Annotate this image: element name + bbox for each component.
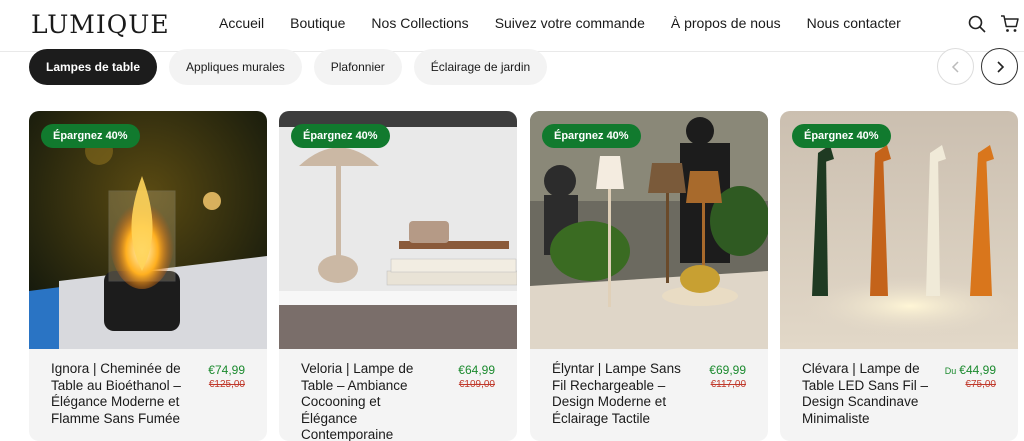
category-plafonnier[interactable]: Plafonnier [313,49,402,85]
product-name[interactable]: Ignora | Cheminée de Table au Bioéthanol… [51,361,189,427]
nav-contact[interactable]: Nous contacter [807,15,901,31]
current-price: €44,99 [959,363,996,377]
chevron-right-icon [996,60,1004,73]
original-price: €75,00 [965,379,996,390]
price-prefix: Du [944,366,957,376]
discount-badge: Épargnez 40% [542,124,641,148]
original-price: €125,00 [208,379,245,390]
site-header: LUMIQUE Accueil Boutique Nos Collections… [0,0,1024,52]
product-name[interactable]: Clévara | Lampe de Table LED Sans Fil – … [802,361,940,427]
category-lampes-de-table[interactable]: Lampes de table [29,49,158,85]
original-price: €109,00 [458,379,495,390]
category-eclairage-jardin[interactable]: Éclairage de jardin [413,49,548,85]
category-appliques-murales[interactable]: Appliques murales [169,49,302,85]
carousel-next-button[interactable] [981,48,1018,85]
chevron-left-icon [951,60,959,73]
discount-badge: Épargnez 40% [792,124,891,148]
discount-badge: Épargnez 40% [41,124,140,148]
category-filter: Lampes de table Appliques murales Plafon… [29,49,548,85]
current-price: €69,99 [709,363,746,377]
original-price: €117,00 [710,379,746,390]
product-card[interactable]: Épargnez 40% Ignora | Cheminée de Table … [29,111,267,441]
nav-accueil[interactable]: Accueil [219,15,264,31]
current-price: €64,99 [458,363,495,377]
nav-boutique[interactable]: Boutique [290,15,345,31]
current-price: €74,99 [208,363,245,377]
price-block: €69,99 €117,00 [709,363,746,390]
product-card[interactable]: Épargnez 40% Veloria | Lampe de Table – … [279,111,517,441]
search-icon[interactable] [967,14,987,34]
main-nav: Accueil Boutique Nos Collections Suivez … [219,15,927,31]
nav-a-propos[interactable]: À propos de nous [671,15,781,31]
product-name[interactable]: Veloria | Lampe de Table – Ambiance Coco… [301,361,439,441]
carousel-prev-button[interactable] [937,48,974,85]
price-block: €74,99 €125,00 [208,363,245,390]
discount-badge: Épargnez 40% [291,124,390,148]
product-card[interactable]: Épargnez 40% Élyntar | Lampe Sans Fil Re… [530,111,768,441]
product-name[interactable]: Élyntar | Lampe Sans Fil Rechargeable – … [552,361,690,427]
cart-icon[interactable] [1000,14,1020,34]
price-block: €64,99 €109,00 [458,363,495,390]
nav-collections[interactable]: Nos Collections [371,15,468,31]
product-card[interactable]: Épargnez 40% Clévara | Lampe de Table LE… [780,111,1018,441]
logo[interactable]: LUMIQUE [31,10,170,39]
nav-suivez-commande[interactable]: Suivez votre commande [495,15,645,31]
price-block: Du €44,99 €75,00 [945,363,996,390]
